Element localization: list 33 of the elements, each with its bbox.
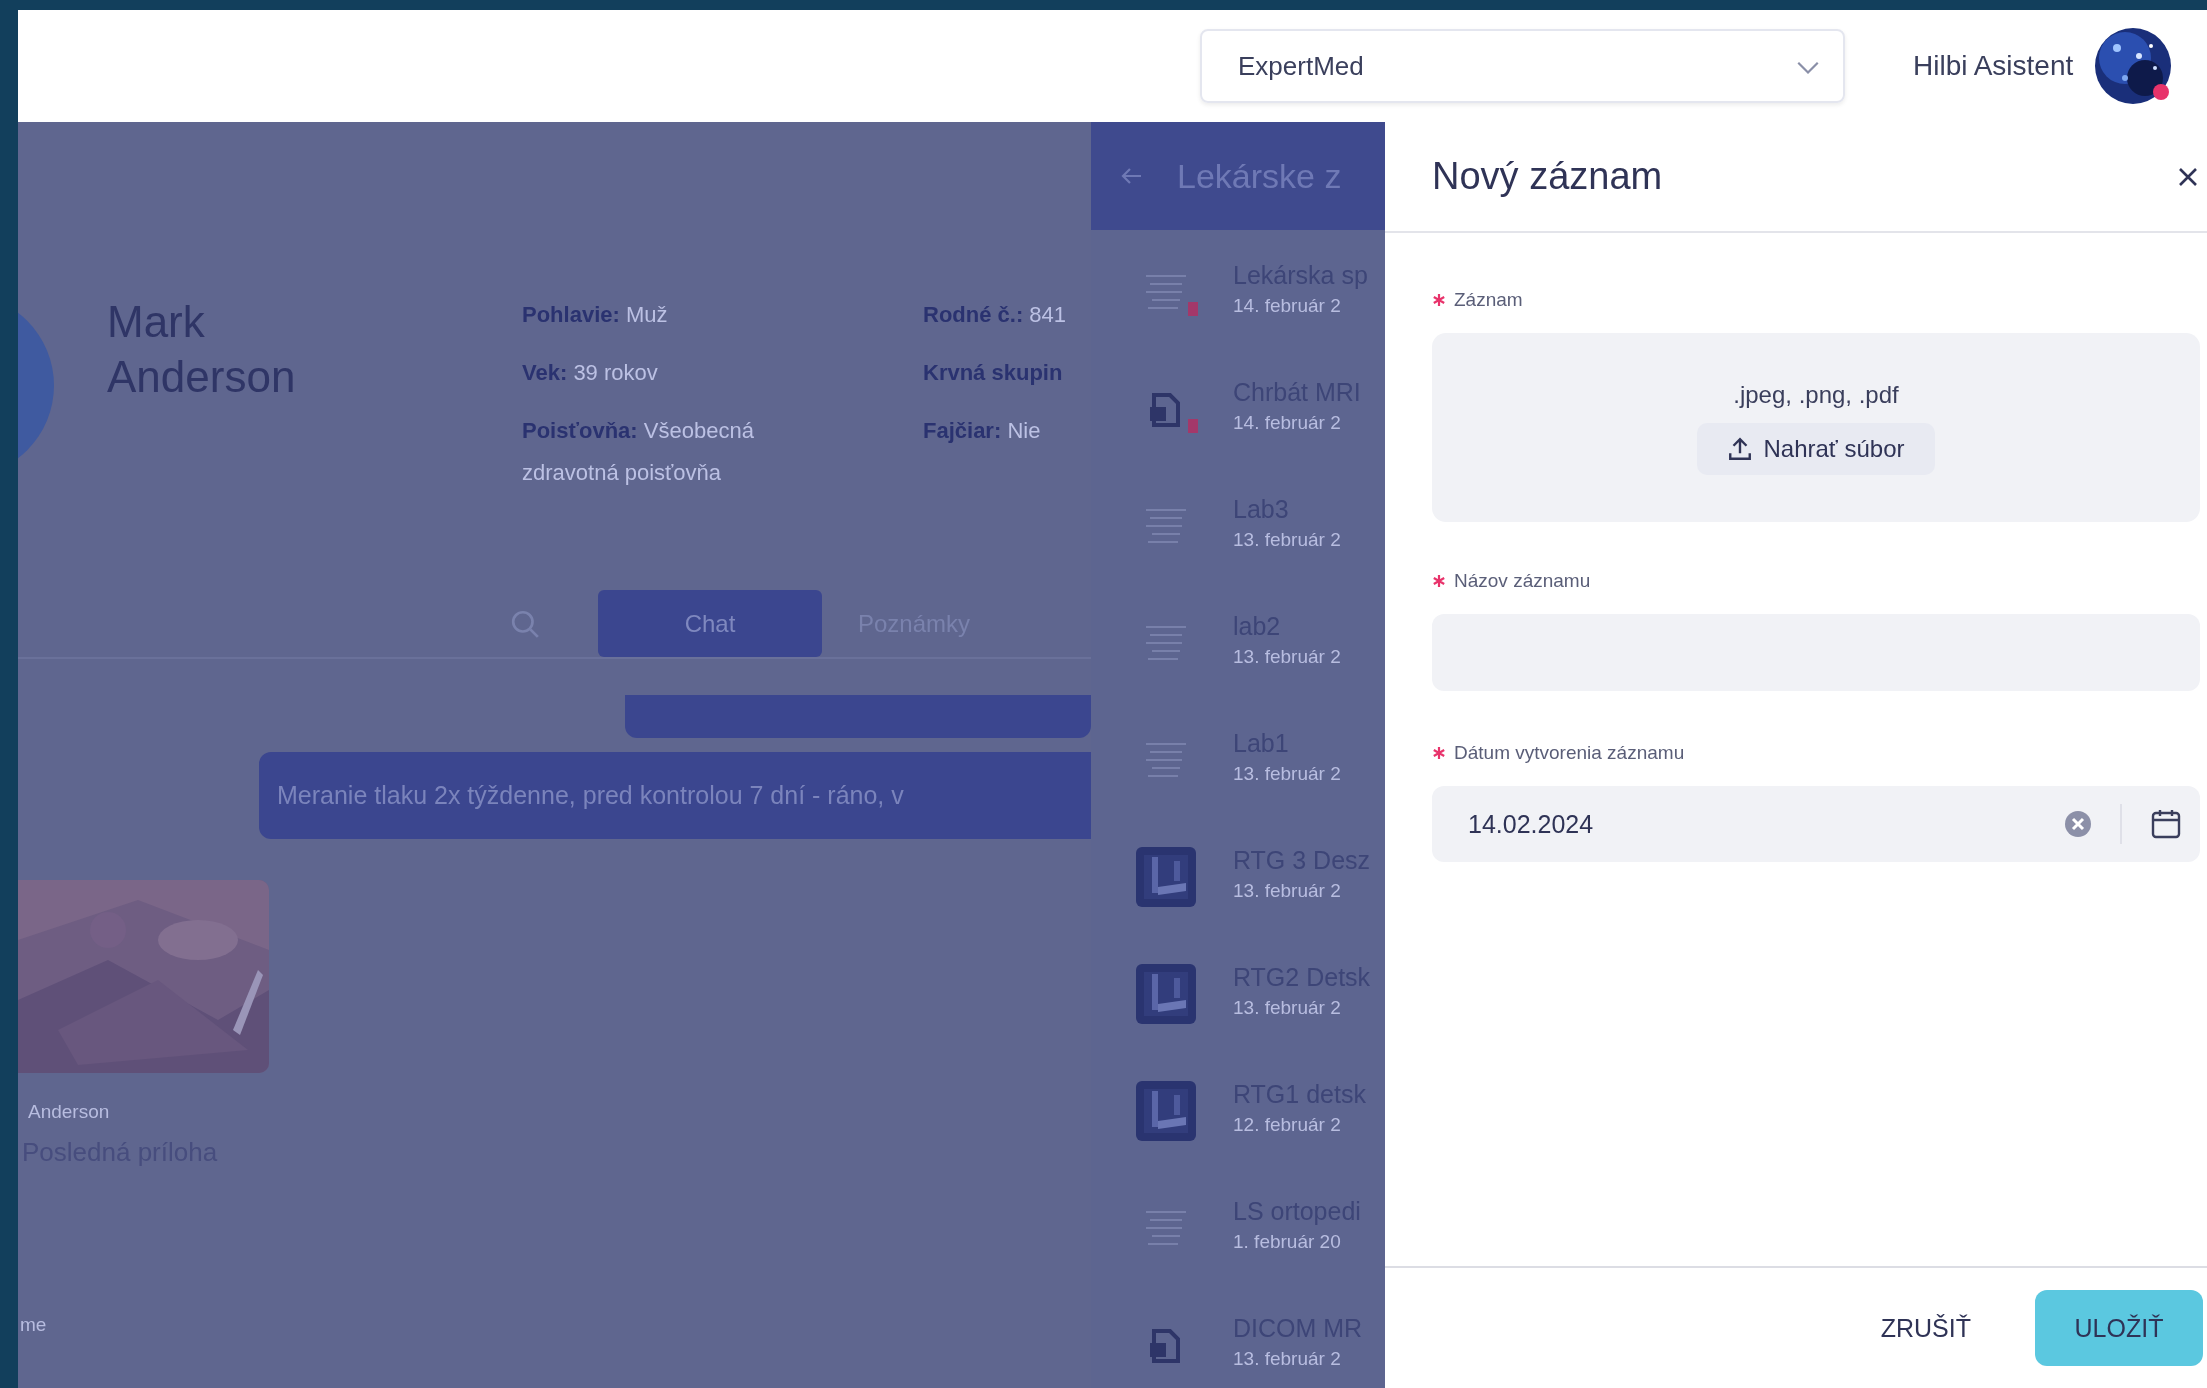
attachment-author: Anderson [28,1101,110,1123]
record-date: 14. február 2 [1233,294,1342,318]
user-name: Hilbi Asistent [1913,50,2074,82]
tab[interactable]: Chat [598,590,822,657]
record-date: 13. február 2 [1233,996,1342,1020]
clear-icon[interactable] [2064,810,2092,838]
save-button[interactable]: ULOŽIŤ [2035,1290,2203,1366]
record-date: 13. február 2 [1233,645,1341,669]
text-fragment: me [20,1314,47,1336]
clinic-select[interactable]: ExpertMed [1200,29,1845,103]
close-icon[interactable] [2177,165,2199,188]
date-field[interactable]: 14.02.2024 [1432,786,2200,862]
record-date: 12. február 2 [1233,1113,1342,1137]
calendar-icon[interactable] [2150,808,2182,840]
drawer-title: Nový záznam [1432,155,1663,198]
notification-dot [2153,84,2170,100]
record-date: 1. február 20 [1233,1230,1342,1254]
record-date: 13. február 2 [1233,879,1342,903]
back-icon[interactable] [1121,167,1143,185]
record-date: 14. február 2 [1233,411,1342,435]
upload-area[interactable]: .jpeg, .png, .pdf Nahrať súbor [1432,333,2200,522]
upload-button[interactable]: Nahrať súbor [1697,422,1935,475]
field-label: Dátum vytvorenia záznamu [1454,742,1685,764]
field-label: Názov záznamu [1454,570,1591,592]
clinic-value: ExpertMed [1238,50,1364,82]
message-bubble: Meranie tlaku 2x týždenne, pred kontrolou 7 dní - ráno, v [259,752,1091,839]
record-date: 13. február 2 [1233,528,1341,552]
accepted-formats: .jpeg, .png, .pdf [1733,380,1899,409]
field-label: Záznam [1454,289,1523,311]
record-date: 13. február 2 [1233,1347,1342,1371]
cancel-button[interactable]: ZRUŠIŤ [1850,1290,2001,1366]
record-date: 13. február 2 [1233,762,1341,786]
upload-icon [1727,435,1754,462]
